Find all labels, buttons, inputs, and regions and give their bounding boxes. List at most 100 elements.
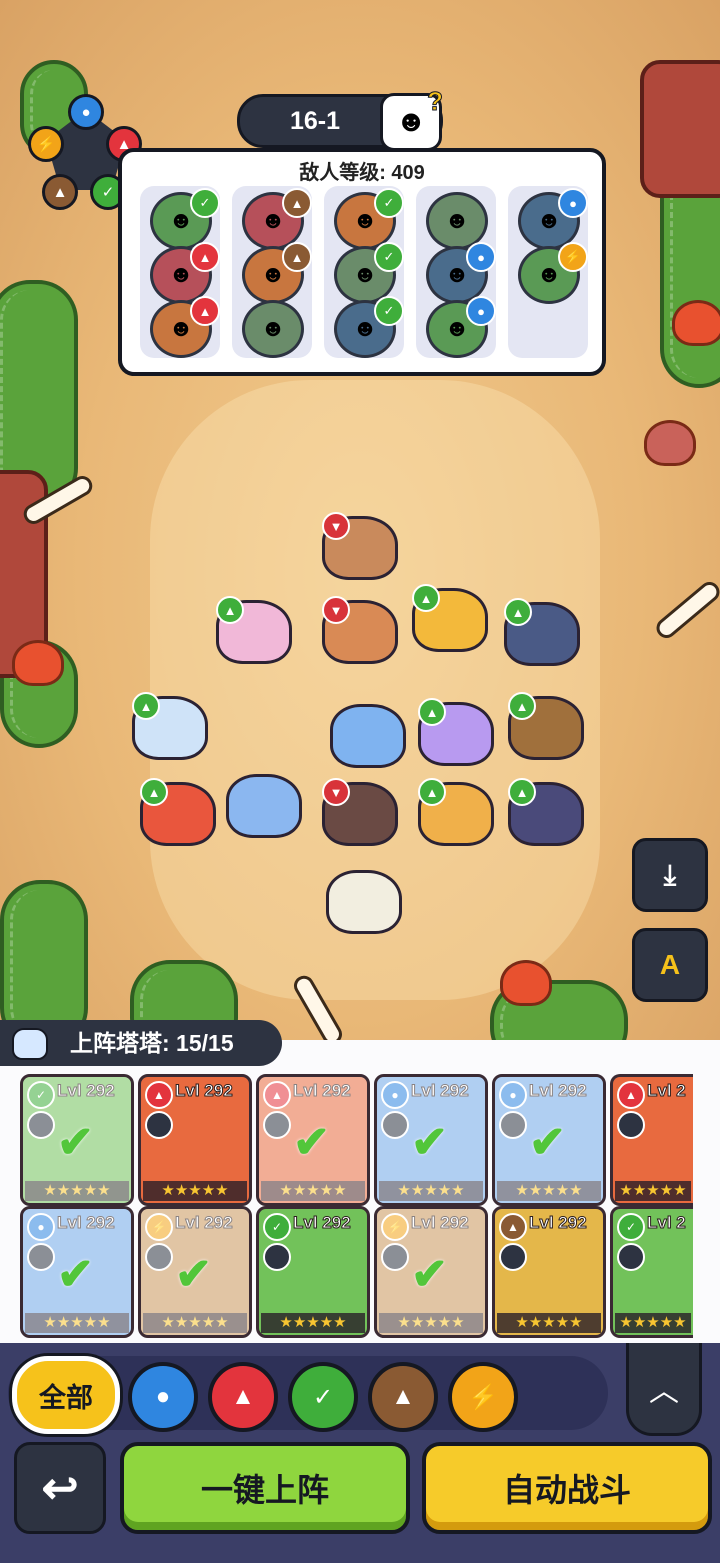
board-unit[interactable] (222, 770, 306, 842)
star-rating: ★★★★★ (25, 1181, 129, 1201)
board-unit[interactable]: ▲ (128, 692, 212, 764)
lightning-icon: ⚡ (381, 1213, 409, 1241)
nature-icon: ✓ (190, 188, 220, 218)
thumbs-up-icon: ▲ (216, 596, 244, 624)
check-icon: ✔ (411, 1250, 448, 1299)
board-unit[interactable] (326, 700, 410, 772)
thumbs-down-icon: ▼ (322, 596, 350, 624)
thumbs-up-icon: ▲ (412, 584, 440, 612)
role-icon (263, 1111, 291, 1139)
card-level: Lvl 292 (57, 1081, 116, 1101)
enemy-column: ☻ ▲ ☻ ▲ ☻ (232, 186, 312, 358)
board-unit[interactable]: ▲ (212, 596, 296, 668)
deploy-all-button[interactable]: 一键上阵 (120, 1442, 410, 1534)
lightning-icon: ⚡ (558, 242, 588, 272)
board-unit[interactable] (322, 866, 406, 938)
role-icon (27, 1111, 55, 1139)
enemy-column: ☻ ● ☻ ⚡ (508, 186, 588, 358)
board-unit[interactable]: ▲ (500, 598, 584, 670)
fire-icon: ▲ (190, 296, 220, 326)
water-icon: ● (27, 1213, 55, 1241)
nature-icon: ✓ (374, 296, 404, 326)
card-level: Lvl 2 (647, 1081, 687, 1101)
board-unit[interactable]: ▲ (504, 778, 588, 850)
board-unit[interactable]: ▲ (414, 698, 498, 770)
thumbs-up-icon: ▲ (508, 692, 536, 720)
role-icon (145, 1243, 173, 1271)
hero-card[interactable]: ✓ Lvl 2 ★★★★★ (610, 1206, 693, 1338)
flower-decoration (12, 640, 64, 686)
thumbs-up-icon: ▲ (418, 778, 446, 806)
chevron-up-icon[interactable]: ︿ (626, 1343, 702, 1436)
board-unit[interactable]: ▲ (504, 692, 588, 764)
zombie-icon: ☻ (242, 300, 304, 358)
hero-card[interactable]: ● Lvl 292 ★★★★★ ✔ (20, 1206, 134, 1338)
hero-card[interactable]: ✓ Lvl 292 ★★★★★ (256, 1206, 370, 1338)
filter-lightning-icon[interactable]: ⚡ (448, 1362, 518, 1432)
board-unit[interactable]: ▲ (136, 778, 220, 850)
star-rating: ★★★★★ (143, 1181, 247, 1201)
thumbs-up-icon: ▲ (508, 778, 536, 806)
board-unit[interactable]: ▼ (318, 778, 402, 850)
water-icon: ● (466, 242, 496, 272)
zombie-help-icon[interactable]: ☻? (380, 86, 443, 151)
board-unit[interactable]: ▼ (318, 512, 402, 584)
hero-card[interactable]: ▲ Lvl 292 ★★★★★ ✔ (256, 1074, 370, 1206)
thumbs-down-icon: ▼ (322, 778, 350, 806)
roster-header: 上阵塔塔: 15/15 (0, 1020, 282, 1066)
role-icon (27, 1243, 55, 1271)
card-level: Lvl 292 (293, 1213, 352, 1233)
role-icon (263, 1243, 291, 1271)
auto-settings-button[interactable]: A (632, 928, 708, 1002)
filter-all-button[interactable]: 全部 (12, 1356, 120, 1434)
filter-earth-icon[interactable]: ▲ (368, 1362, 438, 1432)
enemy-column: ☻ ☻ ● ☻ ● (416, 186, 496, 358)
bone-decoration (652, 577, 720, 643)
fire-icon: ▲ (145, 1081, 173, 1109)
rock-right (640, 60, 720, 198)
enemy-column: ☻ ✓ ☻ ✓ ☻ ✓ (324, 186, 404, 358)
auto-battle-button[interactable]: 自动战斗 (422, 1442, 712, 1534)
filter-water-icon[interactable]: ● (128, 1362, 198, 1432)
thumbs-up-icon: ▲ (418, 698, 446, 726)
hero-card[interactable]: ▲ Lvl 292 ★★★★★ (138, 1074, 252, 1206)
earth-icon: ▲ (42, 174, 78, 210)
star-rating: ★★★★★ (615, 1181, 691, 1201)
star-rating: ★★★★★ (379, 1181, 483, 1201)
role-icon (499, 1111, 527, 1139)
nature-icon: ✓ (374, 188, 404, 218)
hero-card[interactable]: ⚡ Lvl 292 ★★★★★ ✔ (374, 1206, 488, 1338)
hero-card[interactable]: ▲ Lvl 2 ★★★★★ (610, 1074, 693, 1206)
hero-card[interactable]: ● Lvl 292 ★★★★★ ✔ (374, 1074, 488, 1206)
card-level: Lvl 292 (293, 1081, 352, 1101)
enemy-panel: 敌人等级: 409 ☻ ✓ ☻ ▲ ☻ ▲ ☻ ▲ ☻ ▲ ☻ ☻ ✓ ☻ ✓ ☻ ✓ ☻ ☻ ● ☻ ● ☻ ● ☻ ⚡ (118, 148, 606, 376)
fire-icon: ▲ (617, 1081, 645, 1109)
water-icon: ● (499, 1081, 527, 1109)
earth-icon: ▲ (282, 242, 312, 272)
fire-icon: ▲ (190, 242, 220, 272)
card-level: Lvl 292 (175, 1213, 234, 1233)
hero-card[interactable]: ✓ Lvl 292 ★★★★★ ✔ (20, 1074, 134, 1206)
star-rating: ★★★★★ (497, 1181, 601, 1201)
unit-body (226, 774, 302, 838)
card-level: Lvl 292 (529, 1081, 588, 1101)
filter-nature-icon[interactable]: ✓ (288, 1362, 358, 1432)
filter-fire-icon[interactable]: ▲ (208, 1362, 278, 1432)
cactus-bottom-left (0, 880, 88, 1040)
back-button[interactable]: ↩ (14, 1442, 106, 1534)
board-unit[interactable]: ▲ (408, 584, 492, 656)
board-unit[interactable]: ▼ (318, 596, 402, 668)
board-unit[interactable]: ▲ (414, 778, 498, 850)
card-level: Lvl 292 (175, 1081, 234, 1101)
enemy-column: ☻ ✓ ☻ ▲ ☻ ▲ (140, 186, 220, 358)
nature-icon: ✓ (617, 1213, 645, 1241)
check-icon: ✔ (57, 1250, 94, 1299)
role-icon (381, 1111, 409, 1139)
enemy-level-title: 敌人等级: 409 (299, 162, 425, 184)
nature-icon: ✓ (27, 1081, 55, 1109)
check-icon: ✔ (57, 1118, 94, 1167)
hero-card[interactable]: ● Lvl 292 ★★★★★ ✔ (492, 1074, 606, 1206)
hero-card[interactable]: ⚡ Lvl 292 ★★★★★ ✔ (138, 1206, 252, 1338)
download-icon[interactable]: ⤓ (632, 838, 708, 912)
hero-card[interactable]: ▲ Lvl 292 ★★★★★ (492, 1206, 606, 1338)
